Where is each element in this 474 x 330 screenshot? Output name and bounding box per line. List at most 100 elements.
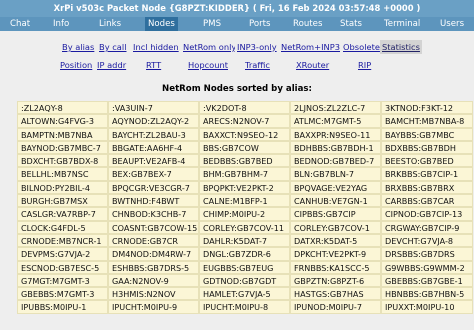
node-entry[interactable]: BWTNHD:F4BWT xyxy=(108,194,199,208)
node-entry[interactable]: BBGATE:AA6HF-4 xyxy=(108,140,199,155)
node-entry[interactable]: IPUXXT:M0IPU-10 xyxy=(381,300,473,314)
node-entry[interactable]: DRSBBS:GB7DRS xyxy=(381,247,473,261)
node-entry[interactable]: DNGL:GB7ZDR-6 xyxy=(199,247,290,261)
node-entry[interactable]: HAMLET:G7VJA-5 xyxy=(199,287,290,301)
node-entry[interactable]: CASLGR:VA7RBP-7 xyxy=(17,207,108,221)
link-inp3-only[interactable]: INP3-only xyxy=(235,40,279,54)
node-entry[interactable]: ALTOWN:G4FVG-3 xyxy=(17,114,108,128)
node-entry[interactable]: BRXBBS:GB7BRX xyxy=(381,180,473,195)
node-entry[interactable]: ESHBBS:GB7DRS-5 xyxy=(108,260,199,274)
node-entry[interactable]: CARBBS:GB7CAR xyxy=(381,194,473,208)
link-incl-hidden[interactable]: Incl hidden xyxy=(131,40,181,54)
node-entry[interactable]: HASTGS:GB7HAS xyxy=(290,287,381,301)
node-entry[interactable]: BAXXPR:N9SEO-11 xyxy=(290,127,381,141)
node-entry[interactable]: GBPZTN:G8PZT-6 xyxy=(290,273,381,288)
node-entry[interactable]: BBS:GB7COW xyxy=(199,140,290,155)
node-entry[interactable]: CIPNOD:GB7CIP-13 xyxy=(381,207,473,221)
node-entry[interactable]: IPUCHT:M0IPU-9 xyxy=(108,300,199,314)
node-entry[interactable]: DAHLR:K5DAT-7 xyxy=(199,233,290,248)
node-entry[interactable]: CHIMP:M0IPU-2 xyxy=(199,207,290,221)
node-entry[interactable]: CIPBBS:GB7CIP xyxy=(290,207,381,221)
node-entry[interactable]: CHNBOD:K3CHB-7 xyxy=(108,207,199,221)
node-entry[interactable]: BEDNOD:GB7BED-7 xyxy=(290,154,381,168)
node-entry[interactable]: DM4NOD:DM4RW-7 xyxy=(108,247,199,261)
node-entry[interactable]: BRKBBS:GB7CIP-1 xyxy=(381,167,473,181)
node-entry[interactable]: CRNODE:MB7NCR-1 xyxy=(17,233,108,248)
node-entry[interactable]: BDXBBS:GB7BDH xyxy=(381,140,473,155)
link-netrom-inp3[interactable]: NetRom+INP3 xyxy=(279,40,343,54)
nav-ports[interactable]: Ports xyxy=(249,17,271,31)
link-statistics[interactable]: Statistics xyxy=(380,40,422,54)
node-entry[interactable]: IPUCHT:M0IPU-8 xyxy=(199,300,290,314)
nav-terminal[interactable]: Terminal xyxy=(384,17,420,31)
link-rtt[interactable]: RTT xyxy=(144,58,164,72)
node-entry[interactable]: BPQPKT:VE2PKT-2 xyxy=(199,180,290,195)
nav-nodes[interactable]: Nodes xyxy=(145,17,178,31)
node-entry[interactable]: AQYNOD:ZL2AQY-2 xyxy=(108,114,199,128)
link-ip-addr[interactable]: IP addr xyxy=(95,58,129,72)
node-entry[interactable]: CALNE:M1BFP-1 xyxy=(199,194,290,208)
node-entry[interactable]: ESCNOD:GB7ESC-5 xyxy=(17,260,108,274)
node-entry[interactable]: :VA3UIN-7 xyxy=(108,101,199,115)
node-entry[interactable]: HBNBBS:GB7HBN-5 xyxy=(381,287,473,301)
nav-stats[interactable]: Stats xyxy=(340,17,362,31)
node-entry[interactable]: DEVCHT:G7VJA-8 xyxy=(381,233,473,248)
node-entry[interactable]: BEESTO:GB7BED xyxy=(381,154,473,168)
node-entry[interactable]: BURGH:GB7MSX xyxy=(17,194,108,208)
node-entry[interactable]: BDHBBS:GB7BDH-1 xyxy=(290,140,381,155)
node-entry[interactable]: BAYNOD:GB7MBC-7 xyxy=(17,140,108,155)
node-entry[interactable]: ARECS:N2NOV-7 xyxy=(199,114,290,128)
node-entry[interactable]: BELLHL:MB7NSC xyxy=(17,167,108,181)
link-by-call[interactable]: By call xyxy=(97,40,129,54)
node-entry[interactable]: BAYCHT:ZL2BAU-3 xyxy=(108,127,199,141)
node-entry[interactable]: G7MGT:M7GMT-3 xyxy=(17,273,108,288)
node-entry[interactable]: BDXCHT:GB7BDX-8 xyxy=(17,154,108,168)
node-entry[interactable]: :ZL2AQY-8 xyxy=(17,101,108,115)
nav-links[interactable]: Links xyxy=(99,17,121,31)
node-entry[interactable]: FRNBBS:KA1SCC-5 xyxy=(290,260,381,274)
nav-chat[interactable]: Chat xyxy=(10,17,30,31)
nav-info[interactable]: Info xyxy=(53,17,69,31)
node-entry[interactable]: G9WBBS:G9WMM-2 xyxy=(381,260,473,274)
node-entry[interactable]: BAMPTN:MB7NBA xyxy=(17,127,108,141)
node-entry[interactable]: DATXR:K5DAT-5 xyxy=(290,233,381,248)
node-entry[interactable]: GBEBBS:GB7GBE-1 xyxy=(381,273,473,288)
link-by-alias[interactable]: By alias xyxy=(60,40,97,54)
node-entry[interactable]: CLOCK:G4FDL-5 xyxy=(17,220,108,234)
node-entry[interactable]: BPQCGR:VE3CGR-7 xyxy=(108,180,199,195)
link-xrouter[interactable]: XRouter xyxy=(294,58,332,72)
node-entry[interactable]: 2LJNOS:ZL2ZLC-7 xyxy=(290,101,381,115)
node-entry[interactable]: ATLMC:M7GMT-5 xyxy=(290,114,381,128)
node-entry[interactable]: CANHUB:VE7GN-1 xyxy=(290,194,381,208)
nav-pms[interactable]: PMS xyxy=(203,17,221,31)
node-entry[interactable]: IPUNOD:M0IPU-7 xyxy=(290,300,381,314)
node-entry[interactable]: BEDBBS:GB7BED xyxy=(199,154,290,168)
node-entry[interactable]: BLN:GB7BLN-7 xyxy=(290,167,381,181)
node-entry[interactable]: BEAUPT:VE2AFB-4 xyxy=(108,154,199,168)
link-traffic[interactable]: Traffic xyxy=(243,58,272,72)
node-entry[interactable]: COASNT:GB7COW-15 xyxy=(108,220,199,234)
node-entry[interactable]: DEVPMS:G7VJA-2 xyxy=(17,247,108,261)
nav-users[interactable]: Users xyxy=(440,17,464,31)
link-rip[interactable]: RIP xyxy=(356,58,374,72)
node-entry[interactable]: IPUBBS:M0IPU-1 xyxy=(17,300,108,314)
node-entry[interactable]: BAXXCT:N9SEO-12 xyxy=(199,127,290,141)
node-entry[interactable]: BILNOD:PY2BIL-4 xyxy=(17,180,108,195)
node-entry[interactable]: :VK2DOT-8 xyxy=(199,101,290,115)
node-entry[interactable]: 3KTNOD:F3KT-12 xyxy=(381,101,473,115)
node-entry[interactable]: GBEBBS:M7GMT-3 xyxy=(17,287,108,301)
node-entry[interactable]: CORLEY:GB7COV-1 xyxy=(290,220,381,234)
node-entry[interactable]: BHM:GB7BHM-7 xyxy=(199,167,290,181)
node-entry[interactable]: BAYBBS:GB7MBC xyxy=(381,127,473,141)
node-entry[interactable]: CRNODE:GB7CR xyxy=(108,233,199,248)
node-entry[interactable]: GDTNOD:GB7GDT xyxy=(199,273,290,288)
link-position[interactable]: Position xyxy=(58,58,95,72)
node-entry[interactable]: EUGBBS:GB7EUG xyxy=(199,260,290,274)
node-entry[interactable]: DPKCHT:VE2PKT-9 xyxy=(290,247,381,261)
link-obsolete[interactable]: Obsolete xyxy=(341,40,382,54)
node-entry[interactable]: BAMCHT:MB7NBA-8 xyxy=(381,114,473,128)
node-entry[interactable]: BPQVAGE:VE2YAG xyxy=(290,180,381,195)
link-hopcount[interactable]: Hopcount xyxy=(186,58,230,72)
node-entry[interactable]: CRGWAY:GB7CIP-9 xyxy=(381,220,473,234)
node-entry[interactable]: GAA:N2NOV-9 xyxy=(108,273,199,288)
